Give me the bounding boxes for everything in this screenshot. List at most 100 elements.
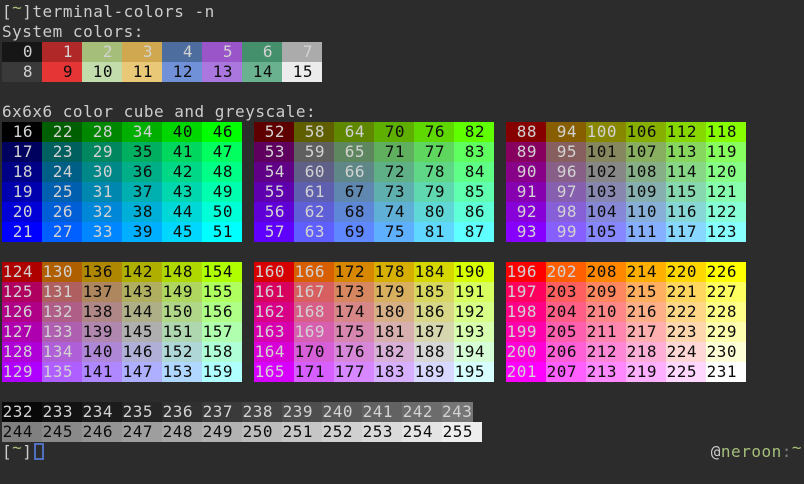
color-cell-154: 154: [202, 262, 242, 282]
color-cell-170: 170: [294, 342, 334, 362]
color-cell-78: 78: [414, 162, 454, 182]
color-cell-143: 143: [122, 282, 162, 302]
terminal-window[interactable]: [~]terminal-colors -n System colors: 012…: [0, 0, 804, 484]
color-cell-141: 141: [82, 362, 122, 382]
color-cell-248: 248: [162, 422, 202, 442]
color-cell-128: 128: [2, 342, 42, 362]
color-cell-70: 70: [374, 122, 414, 142]
color-cell-229: 229: [706, 322, 746, 342]
color-cell-233: 233: [42, 402, 82, 422]
color-cell-14: 14: [242, 62, 282, 82]
cube-row: 8894100106112118: [506, 122, 746, 142]
color-cube-band-1: 1622283440461723293541471824303642481925…: [2, 122, 746, 242]
color-cell-138: 138: [82, 302, 122, 322]
color-cell-76: 76: [414, 122, 454, 142]
color-cell-223: 223: [666, 322, 706, 342]
color-cell-191: 191: [454, 282, 494, 302]
color-cell-182: 182: [374, 342, 414, 362]
color-cell-55: 55: [254, 182, 294, 202]
color-cell-116: 116: [666, 202, 706, 222]
color-cell-153: 153: [162, 362, 202, 382]
color-cell-175: 175: [334, 322, 374, 342]
color-cell-12: 12: [162, 62, 202, 82]
color-cell-62: 62: [294, 202, 334, 222]
color-cell-188: 188: [414, 342, 454, 362]
color-cell-211: 211: [586, 322, 626, 342]
color-cell-231: 231: [706, 362, 746, 382]
color-cell-184: 184: [414, 262, 454, 282]
right-status: @neroon:~: [711, 442, 802, 462]
color-cell-196: 196: [506, 262, 546, 282]
color-cell-155: 155: [202, 282, 242, 302]
color-cell-57: 57: [254, 222, 294, 242]
color-cell-32: 32: [82, 202, 122, 222]
color-cell-246: 246: [82, 422, 122, 442]
text-cursor[interactable]: [34, 443, 44, 460]
color-cell-124: 124: [2, 262, 42, 282]
system-colors-label: System colors:: [2, 22, 144, 42]
color-cell-0: 0: [2, 42, 42, 62]
color-cell-93: 93: [506, 222, 546, 242]
color-cell-86: 86: [454, 202, 494, 222]
color-cell-3: 3: [122, 42, 162, 62]
color-cell-217: 217: [626, 322, 666, 342]
color-cell-216: 216: [626, 302, 666, 322]
color-cell-121: 121: [706, 182, 746, 202]
color-cell-240: 240: [322, 402, 362, 422]
color-cell-87: 87: [454, 222, 494, 242]
color-cell-84: 84: [454, 162, 494, 182]
color-cell-50: 50: [202, 202, 242, 222]
color-cube-label: 6x6x6 color cube and greyscale:: [2, 102, 316, 122]
color-cell-241: 241: [362, 402, 402, 422]
color-cell-73: 73: [374, 182, 414, 202]
color-cell-192: 192: [454, 302, 494, 322]
color-cell-118: 118: [706, 122, 746, 142]
color-cell-133: 133: [42, 322, 82, 342]
color-cell-9: 9: [42, 62, 82, 82]
color-cell-187: 187: [414, 322, 454, 342]
shell-prompt-line[interactable]: [~]: [2, 442, 44, 462]
color-cell-66: 66: [334, 162, 374, 182]
color-cell-199: 199: [506, 322, 546, 342]
color-cell-40: 40: [162, 122, 202, 142]
color-cell-68: 68: [334, 202, 374, 222]
color-cell-148: 148: [162, 262, 202, 282]
color-cell-136: 136: [82, 262, 122, 282]
color-cell-200: 200: [506, 342, 546, 362]
color-cell-105: 105: [586, 222, 626, 242]
color-cell-139: 139: [82, 322, 122, 342]
color-cell-243: 243: [442, 402, 473, 422]
color-cell-72: 72: [374, 162, 414, 182]
cube-block-r3: 1241301361421481541251311371431491551261…: [2, 262, 242, 382]
color-cell-157: 157: [202, 322, 242, 342]
color-cell-224: 224: [666, 342, 706, 362]
color-cell-158: 158: [202, 342, 242, 362]
color-cell-10: 10: [82, 62, 122, 82]
prompt-tilde: ~: [12, 438, 22, 458]
cube-row: 165171177183189195: [254, 362, 494, 382]
color-cell-92: 92: [506, 202, 546, 222]
prompt-close-bracket: ]: [22, 442, 32, 461]
color-cell-251: 251: [282, 422, 322, 442]
color-cell-172: 172: [334, 262, 374, 282]
color-cell-101: 101: [586, 142, 626, 162]
cube-row: 124130136142148154: [2, 262, 242, 282]
color-cell-112: 112: [666, 122, 706, 142]
color-cell-30: 30: [82, 162, 122, 182]
color-cell-213: 213: [586, 362, 626, 382]
color-cell-5: 5: [202, 42, 242, 62]
color-cell-130: 130: [42, 262, 82, 282]
color-cell-98: 98: [546, 202, 586, 222]
greyscale-grid: 2322332342352362372382392402412422432442…: [2, 402, 482, 442]
color-cell-88: 88: [506, 122, 546, 142]
color-cell-132: 132: [42, 302, 82, 322]
cube-row: 566268748086: [254, 202, 494, 222]
color-cell-6: 6: [242, 42, 282, 62]
color-cube-band-2: 1241301361421481541251311371431491551261…: [2, 262, 746, 382]
color-cell-163: 163: [254, 322, 294, 342]
color-cell-209: 209: [586, 282, 626, 302]
color-cell-113: 113: [666, 142, 706, 162]
prompt-tilde: ~: [12, 0, 22, 18]
color-cell-247: 247: [122, 422, 162, 442]
color-cell-173: 173: [334, 282, 374, 302]
